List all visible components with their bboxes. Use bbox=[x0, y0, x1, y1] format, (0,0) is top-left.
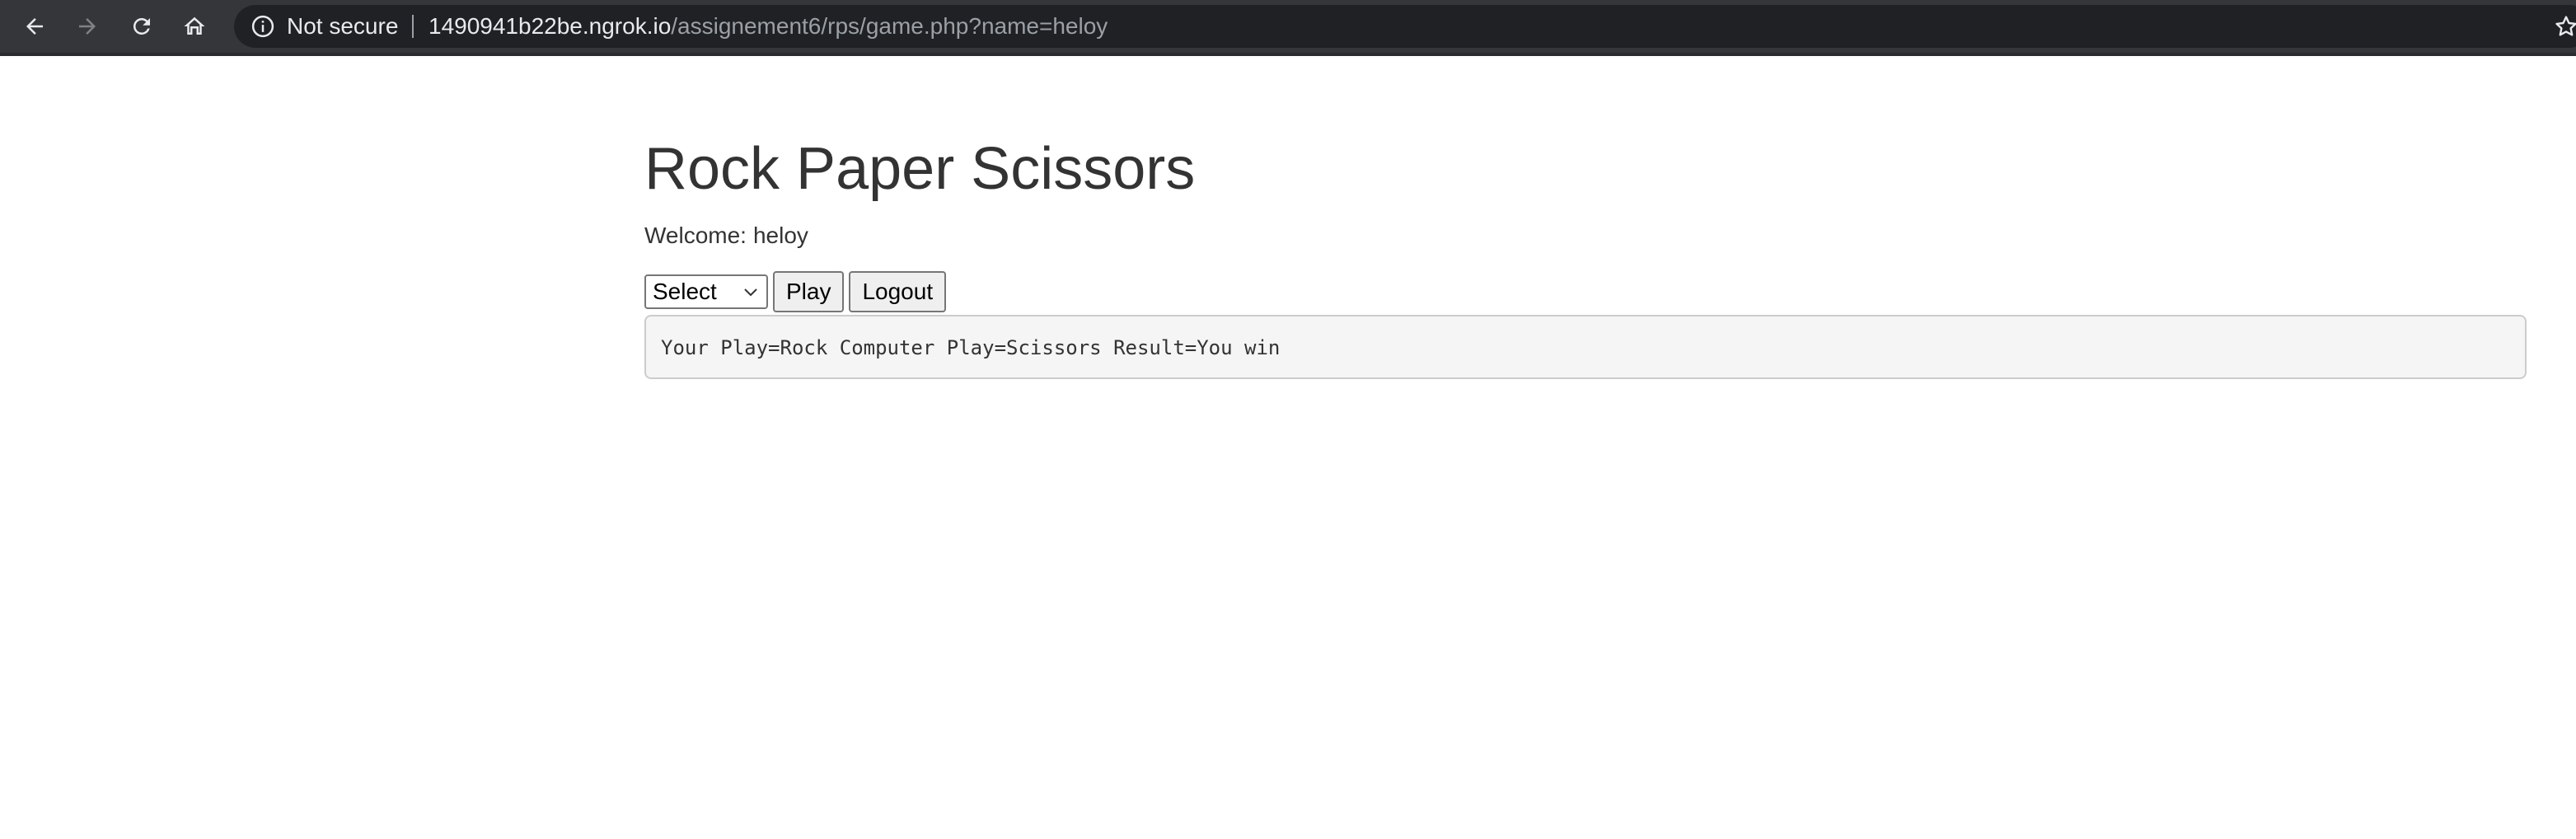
back-button[interactable] bbox=[15, 7, 54, 46]
url-text[interactable]: 1490941b22be.ngrok.io/assignement6/rps/g… bbox=[429, 15, 1108, 38]
play-button[interactable]: Play bbox=[773, 271, 845, 312]
url-host: 1490941b22be.ngrok.io bbox=[429, 13, 672, 39]
welcome-message: Welcome: heloy bbox=[644, 221, 2530, 251]
forward-arrow-icon bbox=[79, 18, 96, 35]
welcome-label: Welcome: bbox=[644, 223, 747, 248]
url-path: /assignement6/rps/game.php?name=heloy bbox=[671, 13, 1108, 39]
address-bar[interactable]: Not secure 1490941b22be.ngrok.io/assigne… bbox=[234, 5, 2576, 48]
back-arrow-icon bbox=[26, 18, 43, 35]
omnibox-divider bbox=[412, 15, 414, 38]
user-name: heloy bbox=[752, 223, 808, 248]
logout-button[interactable]: Logout bbox=[849, 271, 947, 312]
chevron-down-icon bbox=[744, 288, 757, 297]
reload-icon bbox=[133, 17, 150, 35]
play-select[interactable]: Select bbox=[644, 274, 768, 309]
page-title: Rock Paper Scissors bbox=[644, 136, 1196, 202]
star-icon[interactable] bbox=[2553, 13, 2576, 40]
home-button[interactable] bbox=[175, 7, 214, 46]
browser-toolbar: Not secure 1490941b22be.ngrok.io/assigne… bbox=[0, 0, 2576, 56]
select-value: Select bbox=[653, 279, 717, 304]
info-icon[interactable] bbox=[251, 14, 275, 39]
security-status[interactable]: Not secure bbox=[287, 15, 398, 38]
home-icon bbox=[184, 16, 205, 35]
play-form: Select Play Logout bbox=[644, 271, 2530, 312]
forward-button[interactable] bbox=[68, 7, 107, 46]
reload-button[interactable] bbox=[122, 7, 162, 46]
page-container: Rock Paper Scissors Welcome: heloy Select… bbox=[644, 132, 2530, 379]
result-box: Your Play=Rock Computer Play=Scissors Re… bbox=[644, 315, 2527, 379]
